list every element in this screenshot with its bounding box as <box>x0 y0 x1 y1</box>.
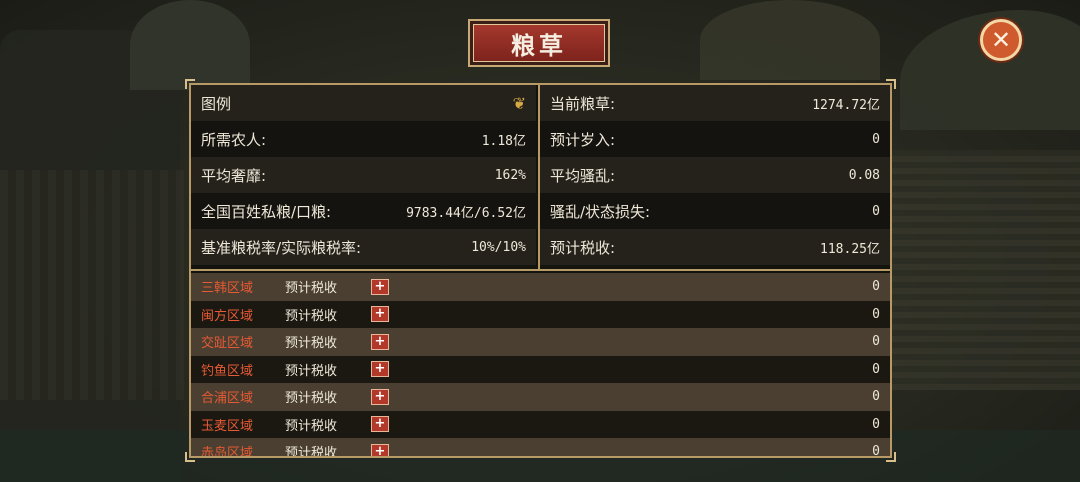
title-banner: 粮草 <box>468 19 610 67</box>
region-list[interactable]: 三韩区域 预计税收 + 0 闽方区域 预计税收 + 0 交趾区域 预计税收 + … <box>191 273 890 456</box>
stat-value: 118.25亿 <box>820 241 880 257</box>
region-name: 玉麦区域 <box>201 418 254 434</box>
stat-value: 0 <box>872 131 880 147</box>
grain-panel: 图例 ❦ 所需农人: 1.18亿 平均奢靡: 162% 全国百姓私粮/口粮: 9… <box>185 79 896 462</box>
region-tax-label: 预计税收 <box>285 336 338 352</box>
background-mountain <box>700 0 880 80</box>
expand-plus-button[interactable]: + <box>371 278 389 295</box>
stat-label: 预计税收: <box>550 238 616 257</box>
stat-row-private-grain: 全国百姓私粮/口粮: 9783.44亿/6.52亿 <box>191 193 536 229</box>
region-tax-label: 预计税收 <box>285 363 338 379</box>
wheat-icon[interactable]: ❦ <box>513 94 526 113</box>
region-tax-label: 预计税收 <box>285 308 338 324</box>
region-value: 0 <box>872 416 880 432</box>
expand-plus-button[interactable]: + <box>371 443 389 456</box>
stat-label: 当前粮草: <box>550 94 616 113</box>
region-tax-label: 预计税收 <box>285 446 338 456</box>
region-name: 钓鱼区域 <box>201 363 254 379</box>
list-item: 玉麦区域 预计税收 + 0 <box>191 410 890 438</box>
stat-row-avg-unrest: 平均骚乱: 0.08 <box>540 157 890 193</box>
stat-label: 所需农人: <box>201 130 267 149</box>
stat-value: 1274.72亿 <box>812 97 880 113</box>
legend-row: 图例 ❦ <box>191 85 536 121</box>
region-value: 0 <box>872 279 880 295</box>
region-name: 交趾区域 <box>201 336 254 352</box>
region-value: 0 <box>872 389 880 405</box>
stats-section: 图例 ❦ 所需农人: 1.18亿 平均奢靡: 162% 全国百姓私粮/口粮: 9… <box>191 85 890 269</box>
stat-label: 预计岁入: <box>550 130 616 149</box>
stat-row-expected-tax: 预计税收: 118.25亿 <box>540 229 890 265</box>
region-name: 赤岛区域 <box>201 446 254 456</box>
region-value: 0 <box>872 444 880 456</box>
region-name: 三韩区域 <box>201 281 254 297</box>
section-divider <box>191 269 890 271</box>
background-city <box>0 170 190 400</box>
background-mountain <box>130 0 250 90</box>
region-value: 0 <box>872 361 880 377</box>
stat-row-current-grain: 当前粮草: 1274.72亿 <box>540 85 890 121</box>
stat-row-tax-rate: 基准粮税率/实际粮税率: 10%/10% <box>191 229 536 265</box>
stat-label: 平均骚乱: <box>550 166 616 185</box>
region-tax-label: 预计税收 <box>285 418 338 434</box>
stat-label: 基准粮税率/实际粮税率: <box>201 238 362 257</box>
list-item: 三韩区域 预计税收 + 0 <box>191 273 890 301</box>
close-x-icon: ✕ <box>990 26 1012 54</box>
stat-value: 10%/10% <box>471 239 526 255</box>
stat-row-avg-luxury: 平均奢靡: 162% <box>191 157 536 193</box>
expand-plus-button[interactable]: + <box>371 388 389 405</box>
region-value: 0 <box>872 334 880 350</box>
region-name: 闽方区域 <box>201 308 254 324</box>
stat-value: 9783.44亿/6.52亿 <box>406 205 526 221</box>
page-title: 粮草 <box>473 24 605 62</box>
stat-label: 全国百姓私粮/口粮: <box>201 202 332 221</box>
stat-value: 0.08 <box>848 167 880 183</box>
list-item: 交趾区域 预计税收 + 0 <box>191 328 890 356</box>
stat-row-expected-income: 预计岁入: 0 <box>540 121 890 157</box>
expand-plus-button[interactable]: + <box>371 416 389 433</box>
background-city <box>880 150 1080 390</box>
close-button[interactable]: ✕ <box>980 19 1022 61</box>
region-tax-label: 预计税收 <box>285 281 338 297</box>
list-item: 钓鱼区域 预计税收 + 0 <box>191 355 890 383</box>
stats-right-column: 当前粮草: 1274.72亿 预计岁入: 0 平均骚乱: 0.08 骚乱/状态损… <box>538 85 890 269</box>
list-item: 闽方区域 预计税收 + 0 <box>191 300 890 328</box>
stat-label: 平均奢靡: <box>201 166 267 185</box>
expand-plus-button[interactable]: + <box>371 333 389 350</box>
stat-value: 162% <box>494 167 526 183</box>
expand-plus-button[interactable]: + <box>371 361 389 378</box>
region-tax-label: 预计税收 <box>285 391 338 407</box>
region-value: 0 <box>872 306 880 322</box>
expand-plus-button[interactable]: + <box>371 306 389 323</box>
region-name: 合浦区域 <box>201 391 254 407</box>
stat-row-required-farmers: 所需农人: 1.18亿 <box>191 121 536 157</box>
stats-left-column: 图例 ❦ 所需农人: 1.18亿 平均奢靡: 162% 全国百姓私粮/口粮: 9… <box>191 85 536 269</box>
stat-label: 骚乱/状态损失: <box>550 202 651 221</box>
stat-row-unrest-loss: 骚乱/状态损失: 0 <box>540 193 890 229</box>
legend-label: 图例 <box>201 94 232 113</box>
stat-value: 0 <box>872 203 880 219</box>
list-item: 赤岛区域 预计税收 + 0 <box>191 438 890 456</box>
stat-value: 1.18亿 <box>481 133 526 149</box>
list-item: 合浦区域 预计税收 + 0 <box>191 383 890 411</box>
